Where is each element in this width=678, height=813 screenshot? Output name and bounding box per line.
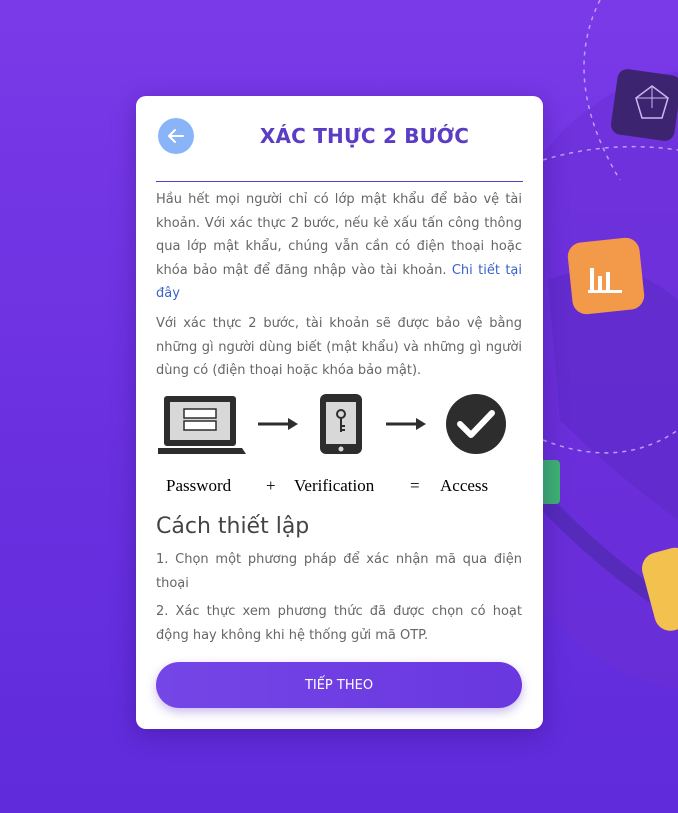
explanation-paragraph: Với xác thực 2 bước, tài khoản sẽ được b…: [156, 316, 522, 378]
laptop-icon: [158, 396, 246, 454]
checkmark-icon: [446, 394, 506, 454]
verification-diagram: Password + Verification = Access: [158, 392, 522, 502]
back-button[interactable]: [158, 118, 194, 154]
yellow-card-shape: [641, 547, 678, 631]
arrow-left-icon: [168, 129, 184, 143]
arrow-right-icon: [258, 418, 298, 430]
verification-label: Verification: [294, 476, 375, 495]
green-card-shape: [540, 460, 560, 504]
bar-chart-icon: [567, 237, 645, 315]
phone-key-icon: [320, 394, 362, 454]
next-button[interactable]: TIẾP THEO: [156, 662, 522, 708]
access-label: Access: [440, 476, 489, 495]
title-divider: [156, 181, 523, 182]
page-title: XÁC THỰC 2 BƯỚC: [259, 124, 470, 148]
two-step-verification-card: XÁC THỰC 2 BƯỚC Hầu hết mọi người chỉ có…: [136, 96, 543, 729]
setup-title: Cách thiết lập: [156, 514, 310, 539]
arrow-right-icon: [386, 418, 426, 430]
intro-paragraph: Hầu hết mọi người chỉ có lớp mật khẩu để…: [156, 188, 522, 306]
plus-sign: +: [266, 476, 276, 495]
setup-step-2: 2. Xác thực xem phương thức đã được chọn…: [156, 604, 522, 643]
equals-sign: =: [410, 476, 420, 495]
password-label: Password: [166, 476, 232, 495]
radar-chart-icon: [611, 69, 678, 141]
setup-step-1: 1. Chọn một phương pháp để xác nhận mã q…: [156, 552, 522, 591]
